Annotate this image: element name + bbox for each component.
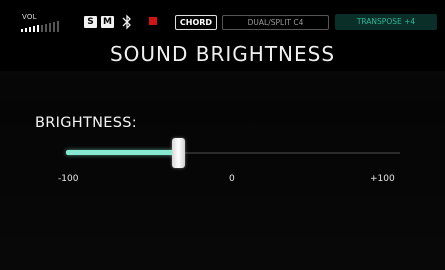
volume-bar — [33, 26, 35, 32]
s-indicator: S — [84, 16, 97, 28]
volume-bar — [41, 24, 43, 32]
page-title: SOUND BRIGHTNESS — [109, 42, 336, 66]
slider-min-label: -100 — [58, 174, 79, 184]
volume-bar — [25, 28, 27, 32]
volume-bar — [45, 23, 47, 32]
volume-bar — [57, 20, 59, 32]
dual-split-indicator: DUAL/SPLIT C4 — [222, 15, 329, 30]
slider-max-label: +100 — [370, 174, 395, 184]
transpose-indicator: TRANSPOSE +4 — [335, 14, 437, 30]
brightness-slider-thumb[interactable] — [171, 138, 185, 168]
record-icon — [149, 17, 157, 25]
display-screen: VOL S M CHORD DUAL/SPLIT C4 TRANSPOSE +4… — [0, 0, 445, 270]
volume-bar — [37, 25, 39, 32]
volume-bar — [21, 29, 23, 32]
m-indicator: M — [101, 16, 114, 28]
volume-meter — [21, 20, 61, 32]
brightness-slider-fill — [66, 150, 178, 155]
bluetooth-icon — [122, 14, 132, 30]
volume-bar — [53, 21, 55, 32]
slider-mid-label: 0 — [229, 174, 235, 184]
chord-indicator: CHORD — [175, 15, 217, 30]
volume-bar — [29, 27, 31, 32]
brightness-label: BRIGHTNESS: — [35, 115, 137, 131]
volume-bar — [49, 22, 51, 32]
